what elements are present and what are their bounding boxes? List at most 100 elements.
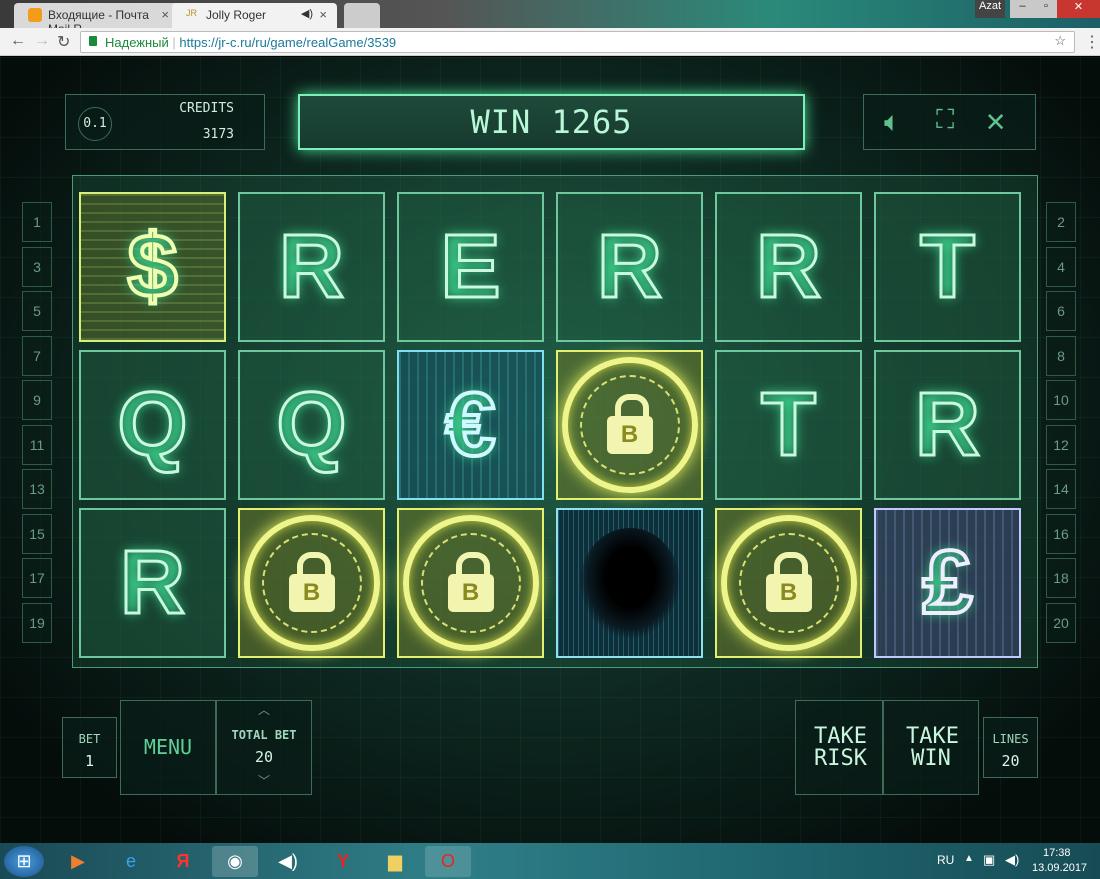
symbol-t: T [874,192,1021,342]
bitcoin-lock-icon: B [720,515,857,651]
opera-icon[interactable]: O [425,846,471,877]
speaker-icon[interactable]: ◀) [301,7,313,20]
payline-left-indicator[interactable]: 11 [22,424,52,465]
symbol-q: Q [79,350,226,500]
symbol-r: R [238,192,385,342]
tab-jolly-roger[interactable]: JR Jolly Roger ◀) × [172,3,337,28]
url-input[interactable]: Надежный | https://jr-c.ru/ru/game/realG… [80,31,1075,53]
lock-icon [89,36,97,46]
symbol-dollar: $ [79,192,226,342]
total-bet-up-icon[interactable]: ︿ [217,701,311,718]
lines-value: 20 [1001,752,1020,770]
volume-icon[interactable]: ◀) [1005,852,1019,868]
bet-panel[interactable]: BET 1 [62,717,117,778]
payline-left-indicator[interactable]: 3 [22,246,52,287]
maximize-button[interactable]: ▫ [1035,0,1057,18]
close-tab-icon[interactable]: × [161,7,169,22]
reels-area: $ R E R R T Q Q € B T R R B B B £ [72,175,1038,668]
hooded-hacker-icon [579,528,680,638]
total-bet-down-icon[interactable]: ﹀ [217,772,311,789]
symbol-t: T [715,350,862,500]
lock-letter: B [606,394,653,454]
payline-right-indicator[interactable]: 14 [1046,469,1076,509]
media-player-icon[interactable]: ▶ [55,846,101,877]
symbol-bitcoin-lock: B [397,508,544,658]
symbol-hacker [556,508,703,658]
win-display: WIN 1265 [298,94,805,150]
symbol-q: Q [238,350,385,500]
close-tab-icon[interactable]: × [319,7,327,22]
yandex-browser-icon[interactable]: Y [320,846,366,877]
symbol-r: R [715,192,862,342]
payline-right-indicator[interactable]: 2 [1046,202,1076,242]
payline-right-indicator[interactable]: 6 [1046,291,1076,331]
symbol-euro: € [397,350,544,500]
take-risk-button[interactable]: TAKE RISK [795,700,883,795]
payline-left-indicator[interactable]: 5 [22,291,52,331]
explorer-icon[interactable]: ▆ [372,846,418,877]
total-bet-panel: ︿ TOTAL BET 20 ﹀ [216,700,312,795]
language-indicator[interactable]: RU [937,853,954,867]
jolly-roger-icon: JR [186,8,197,18]
tab-mail[interactable]: Входящие - Почта Mail.R× [14,3,179,36]
payline-right-indicator[interactable]: 10 [1046,380,1076,420]
payline-right-indicator[interactable]: 20 [1046,602,1076,643]
controls-panel: 🔈︎ ⛶ ✕ [863,94,1036,150]
fullscreen-icon[interactable]: ⛶ [936,105,954,136]
audio-app-icon[interactable]: ◀) [265,846,311,877]
bet-value: 1 [84,752,95,770]
start-button[interactable]: ⊞ [4,846,44,877]
take-win-label: TAKE WIN [906,723,959,771]
payline-left-indicator[interactable]: 9 [22,380,52,420]
tray-arrow-icon[interactable]: ▲ [964,853,974,864]
ie-icon[interactable]: e [108,846,154,877]
take-win-button[interactable]: TAKE WIN [883,700,979,795]
lock-letter: B [765,552,812,612]
close-game-icon[interactable]: ✕ [986,101,1005,139]
credits-value: 3173 [202,127,234,142]
denomination[interactable]: 0.1 [78,107,112,141]
symbol-r: R [874,350,1021,500]
menu-icon[interactable]: ⋮ [1084,32,1100,52]
minimize-button[interactable]: – [1010,0,1035,18]
clock-date[interactable]: 13.09.2017 [1032,862,1087,874]
credits-label: CREDITS [179,101,234,116]
user-badge[interactable]: Azat [975,0,1005,18]
symbol-pound: £ [874,508,1021,658]
payline-right-indicator[interactable]: 16 [1046,513,1076,554]
new-tab-button[interactable] [344,3,380,28]
payline-left-indicator[interactable]: 13 [22,469,52,509]
lock-letter: B [288,552,335,612]
sound-icon[interactable]: 🔈︎ [884,105,901,139]
credits-panel: 0.1 CREDITS 3173 [65,94,265,150]
clock-time[interactable]: 17:38 [1043,847,1071,859]
back-icon[interactable]: ← [10,32,26,50]
payline-left-indicator[interactable]: 1 [22,202,52,242]
payline-left-indicator[interactable]: 15 [22,513,52,554]
bitcoin-lock-icon: B [402,515,539,651]
symbol-bitcoin-lock: B [715,508,862,658]
payline-right-indicator[interactable]: 4 [1046,246,1076,287]
network-icon[interactable]: ▣ [983,852,995,868]
symbol-r: R [79,508,226,658]
payline-right-indicator[interactable]: 18 [1046,558,1076,598]
lock-letter: B [447,552,494,612]
lines-label: LINES [992,732,1029,746]
payline-right-indicator[interactable]: 12 [1046,424,1076,465]
bookmark-star-icon[interactable]: ☆ [1054,33,1066,49]
payline-left-indicator[interactable]: 19 [22,602,52,643]
payline-left-indicator[interactable]: 7 [22,335,52,376]
reload-icon[interactable]: ↻ [57,32,70,52]
menu-button[interactable]: MENU [120,700,216,795]
payline-right-indicator[interactable]: 8 [1046,335,1076,376]
total-bet-value: 20 [254,748,274,766]
browser-tab-strip: Входящие - Почта Mail.R× JRJolly Roger◀)… [0,0,1100,36]
forward-icon[interactable]: → [34,32,50,50]
payline-left-indicator[interactable]: 17 [22,558,52,598]
close-window-button[interactable]: ✕ [1057,0,1100,18]
total-bet-label: TOTAL BET [231,728,297,742]
symbol-bitcoin-lock: B [556,350,703,500]
lines-panel[interactable]: LINES 20 [983,717,1038,778]
yandex-icon[interactable]: Я [160,846,206,877]
chrome-icon[interactable]: ◉ [212,846,258,877]
